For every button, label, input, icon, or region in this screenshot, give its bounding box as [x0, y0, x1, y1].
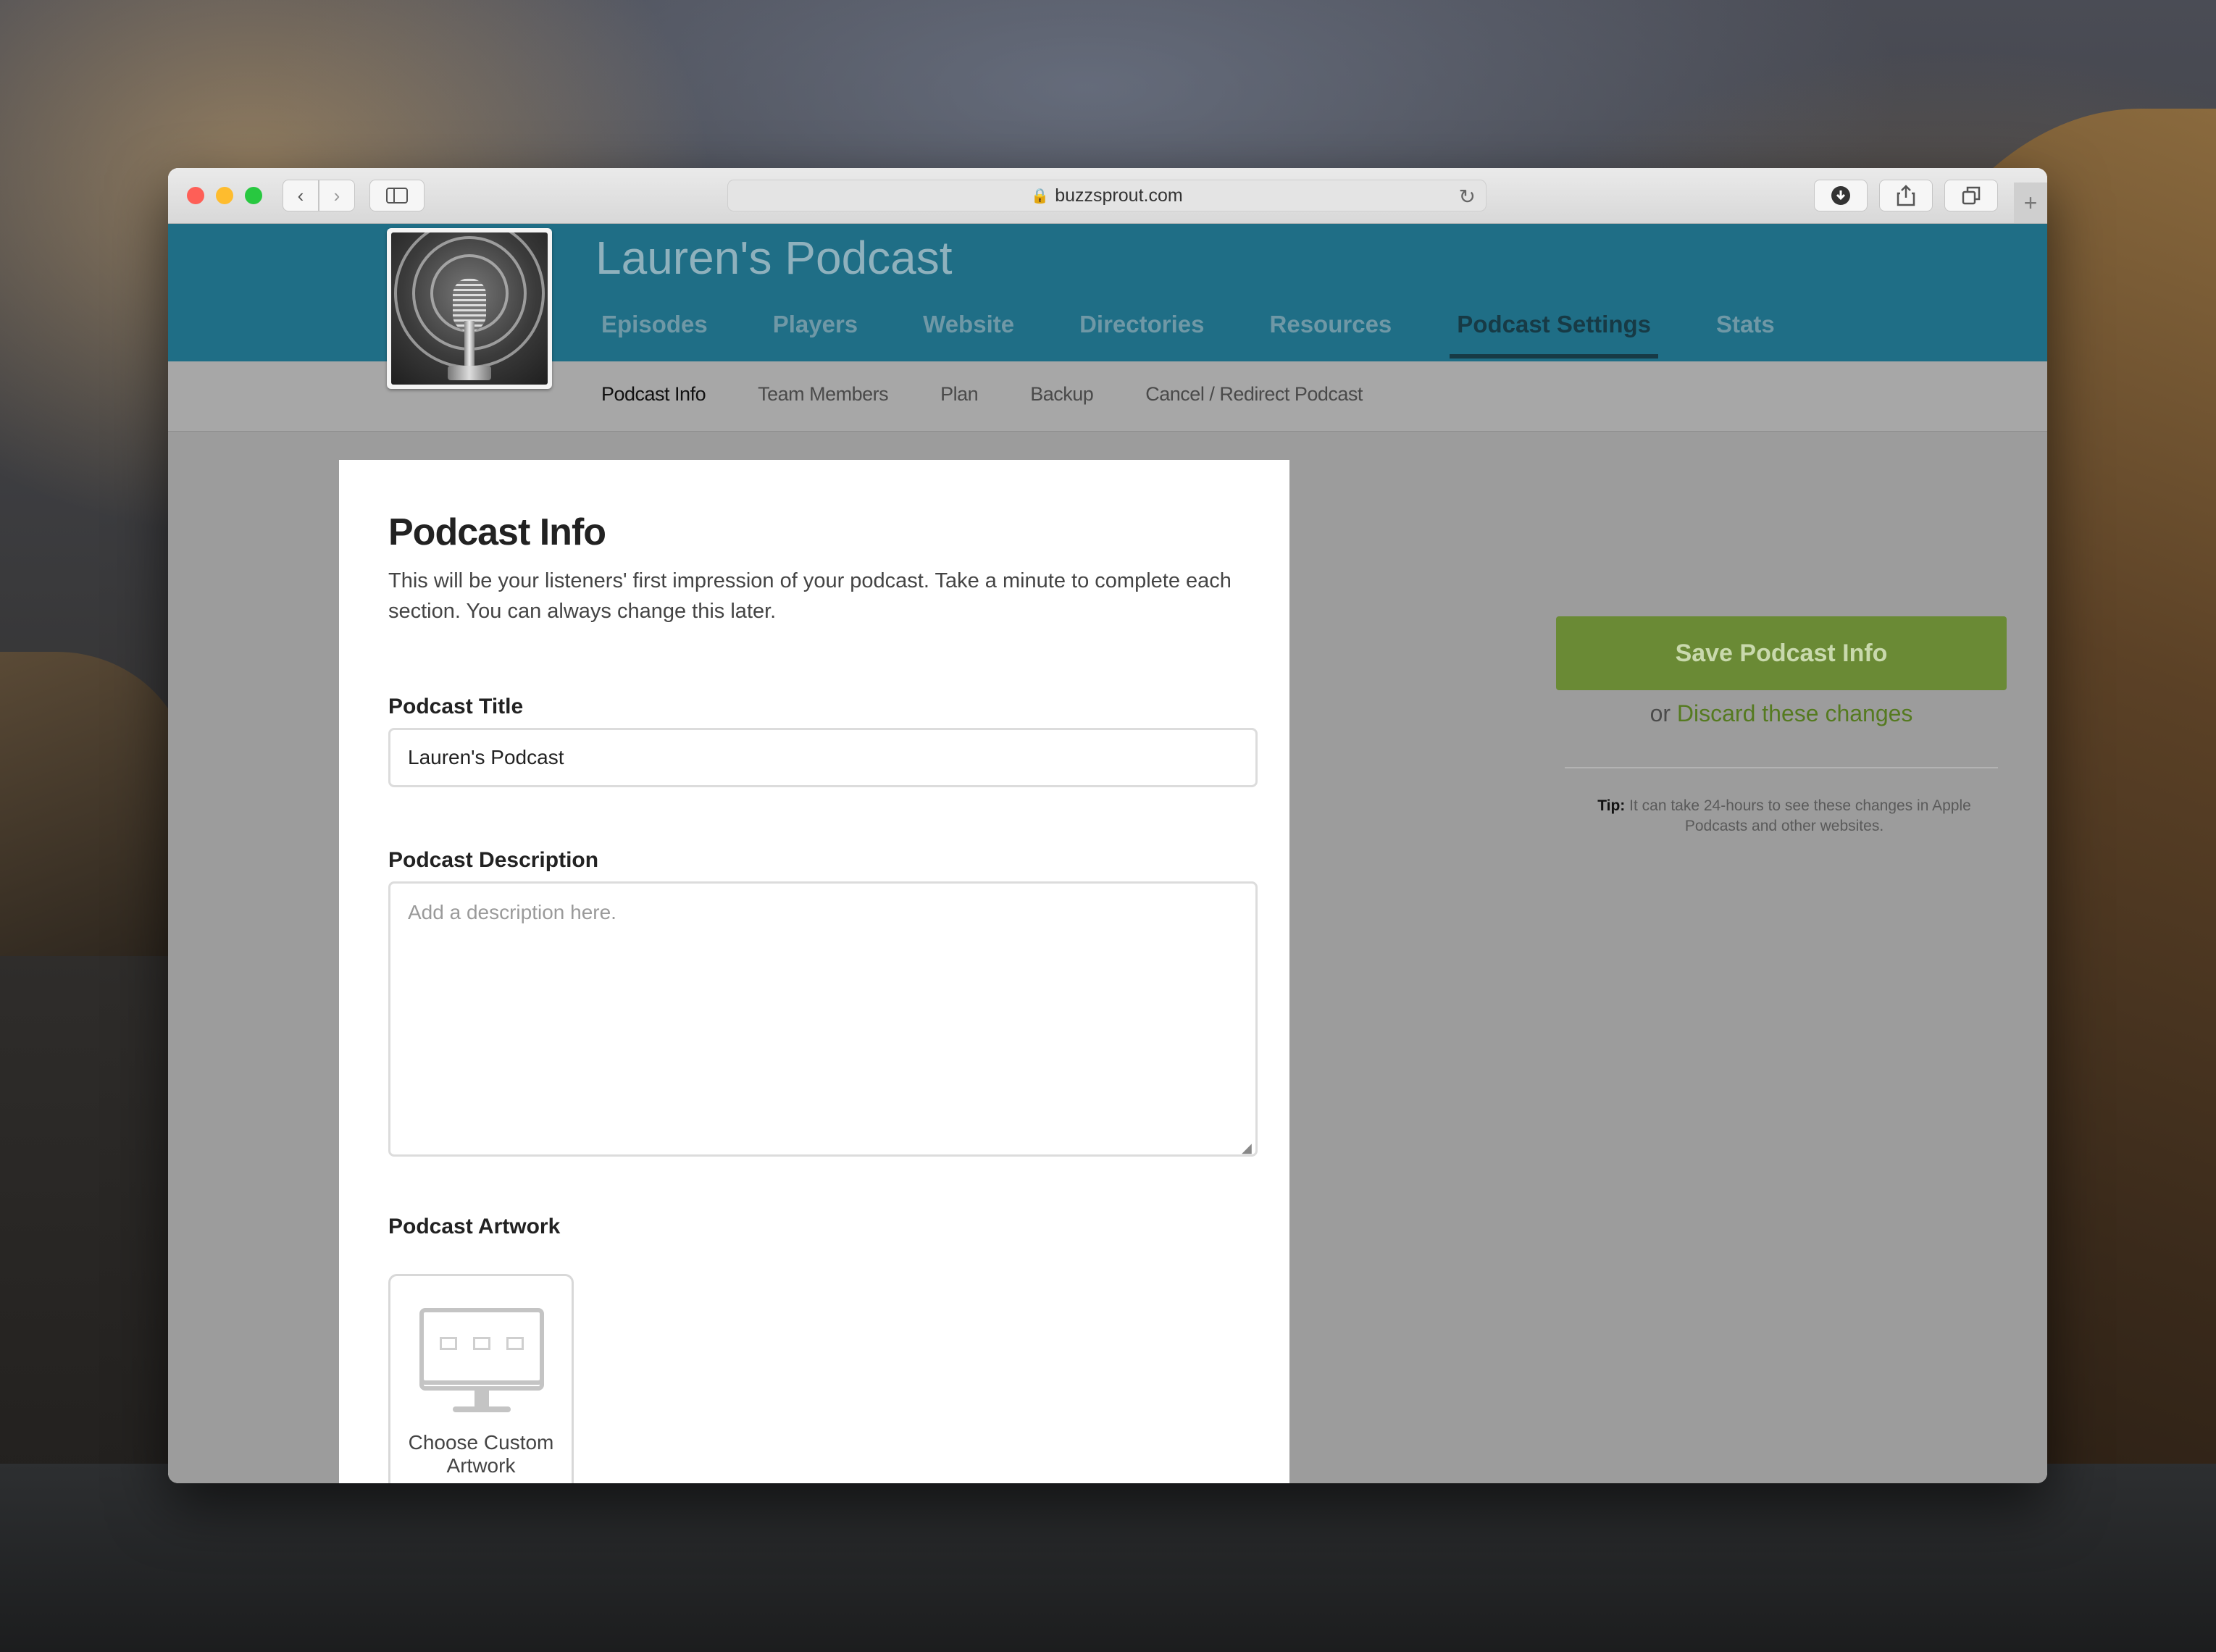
subnav-podcast-info[interactable]: Podcast Info [601, 383, 706, 406]
address-bar[interactable]: 🔒 buzzsprout.com ↻ [727, 180, 1487, 211]
lock-icon: 🔒 [1031, 188, 1050, 204]
microphone-icon [391, 232, 548, 385]
nav-podcast-settings[interactable]: Podcast Settings [1450, 311, 1658, 359]
browser-toolbar: ‹ › 🔒 buzzsprout.com ↻ + [168, 168, 2047, 224]
download-icon [1831, 186, 1850, 205]
desktop-water [0, 1464, 2216, 1652]
share-icon [1897, 185, 1915, 206]
podcast-description-label: Podcast Description [388, 848, 599, 872]
podcast-title-input[interactable] [388, 728, 1258, 787]
subnav-plan[interactable]: Plan [940, 383, 979, 406]
discard-prefix: or [1650, 700, 1671, 726]
podcast-title-label: Podcast Title [388, 695, 524, 718]
tip-body: It can take 24-hours to see these change… [1629, 797, 1971, 834]
new-tab-button[interactable]: + [2014, 183, 2047, 223]
podcast-artwork-label: Podcast Artwork [388, 1215, 561, 1238]
podcast-description-textarea[interactable]: Add a description here. [388, 881, 1258, 1157]
tip-text: Tip: It can take 24-hours to see these c… [1571, 796, 1998, 837]
choose-artwork-button[interactable]: Choose Custom Artwork [388, 1274, 574, 1483]
address-text: buzzsprout.com [1055, 185, 1183, 206]
form-intro: This will be your listeners' first impre… [388, 569, 1232, 623]
downloads-button[interactable] [1814, 180, 1868, 211]
sidebar-divider [1565, 767, 1998, 768]
tabs-icon [1962, 186, 1981, 205]
main-nav: Episodes Players Website Directories Res… [601, 311, 1840, 359]
nav-stats[interactable]: Stats [1716, 311, 1775, 347]
chevron-right-icon: › [333, 184, 340, 206]
discard-changes-link[interactable]: Discard these changes [1677, 700, 1913, 726]
share-button[interactable] [1879, 180, 1933, 211]
nav-directories[interactable]: Directories [1079, 311, 1204, 347]
nav-players[interactable]: Players [773, 311, 858, 347]
nav-episodes[interactable]: Episodes [601, 311, 708, 347]
resize-handle-icon[interactable]: ◢ [1242, 1141, 1282, 1478]
tab-overview-button[interactable] [1944, 180, 1998, 211]
sidebar-toggle-button[interactable] [369, 180, 425, 211]
subnav-team-members[interactable]: Team Members [758, 383, 889, 406]
desktop-rock-left [0, 652, 188, 956]
podcast-info-form: Podcast Info This will be your listeners… [339, 460, 1289, 1483]
podcast-title: Lauren's Podcast [595, 232, 953, 284]
page-title: Podcast Info [388, 511, 606, 553]
close-window-button[interactable] [187, 187, 204, 204]
plus-icon: + [2023, 189, 2038, 216]
forward-button[interactable]: › [319, 180, 355, 211]
nav-resources[interactable]: Resources [1270, 311, 1392, 347]
zoom-window-button[interactable] [245, 187, 262, 204]
nav-website[interactable]: Website [923, 311, 1014, 347]
minimize-window-button[interactable] [216, 187, 233, 204]
tip-label: Tip: [1597, 797, 1626, 814]
subnav-backup[interactable]: Backup [1030, 383, 1094, 406]
subnav-cancel-redirect[interactable]: Cancel / Redirect Podcast [1145, 383, 1363, 406]
sidebar-icon [386, 188, 408, 204]
browser-window: ‹ › 🔒 buzzsprout.com ↻ + Lauren's Podcas… [168, 168, 2047, 1483]
discard-changes: or Discard these changes [1556, 700, 2007, 727]
monitor-icon [419, 1308, 544, 1385]
choose-artwork-label: Choose Custom Artwork [408, 1431, 554, 1477]
page-content: Lauren's Podcast Episodes Players Websit… [168, 224, 2047, 1483]
chevron-left-icon: ‹ [297, 184, 304, 206]
save-podcast-info-button[interactable]: Save Podcast Info [1556, 616, 2007, 690]
back-button[interactable]: ‹ [283, 180, 319, 211]
reload-icon[interactable]: ↻ [1459, 185, 1476, 209]
podcast-artwork-thumbnail[interactable] [387, 228, 552, 389]
